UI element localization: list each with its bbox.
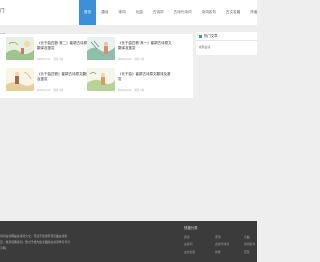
footer-about-text: 诗词古诗网是古诗词大全，专注于唐诗宋词元曲古诗鉴赏，收录经典诗词，致力于成为最全… — [0, 234, 70, 250]
footer-link[interactable]: 古文名篇 — [184, 250, 195, 254]
main-nav: 首页 唐诗 宋词 元曲 古诗词 古诗代诗词 诗词名句 古文名篇 作者 — [79, 0, 262, 25]
footer-link[interactable]: 古诗词 — [184, 242, 192, 246]
popular-article-link[interactable]: 崔颢古诗 — [199, 45, 210, 49]
article-views: 浏览 3次 — [53, 58, 64, 61]
article-thumbnail[interactable] — [6, 37, 34, 60]
site-footer: 诗词古诗网是古诗词大全，专注于唐诗宋词元曲古诗鉴赏，收录经典诗词，致力于成为最全… — [0, 221, 257, 262]
article-thumbnail[interactable] — [87, 68, 115, 91]
article-views: 浏览 6次 — [53, 89, 64, 92]
widget-title: 热门文章 — [204, 34, 218, 38]
article-title[interactable]: 《长干曲四首·其一》崔颢古诗原文翻译及鉴赏 — [118, 41, 172, 51]
nav-yuan-qu[interactable]: 元曲 — [131, 0, 148, 25]
nav-home[interactable]: 首页 — [79, 0, 97, 25]
nav-classic-prose[interactable]: 古文名篇 — [221, 0, 245, 25]
article-thumbnail[interactable] — [87, 37, 115, 60]
footer-links-heading: 快捷分类 — [184, 226, 198, 230]
nav-tang-poems[interactable]: 唐诗 — [96, 0, 113, 25]
footer-link[interactable]: 唐诗 — [184, 235, 190, 239]
footer-link[interactable]: 宋词 — [215, 235, 221, 239]
nav-ancient-poems[interactable]: 古诗词 — [148, 0, 169, 25]
article-date: 2023-02-22 — [118, 89, 132, 92]
article-meta: 2023-02-22 浏览 6次 — [118, 88, 147, 92]
nav-famous-lines[interactable]: 诗词名句 — [197, 0, 221, 25]
nav-dynasty-poems[interactable]: 古诗代诗词 — [169, 0, 197, 25]
article-list: 《长干曲四首·其二》崔颢古诗原文翻译及鉴赏 2023-02-22 浏览 3次 《长… — [0, 34, 193, 98]
article-views: 浏览 6次 — [134, 89, 145, 92]
footer-link[interactable]: 首页 — [244, 250, 250, 254]
article-card[interactable]: 《长干曲》崔颢古诗原文翻译及鉴赏 2023-02-22 浏览 6次 — [81, 68, 175, 96]
article-card[interactable]: 《长干曲四首·其二》崔颢古诗原文翻译及鉴赏 2023-02-22 浏览 3次 — [0, 37, 94, 65]
article-thumbnail[interactable] — [6, 68, 34, 91]
article-card[interactable]: 《长干曲四首·其一》崔颢古诗原文翻译及鉴赏 2023-02-22 浏览 1次 — [81, 37, 175, 65]
widget-header: 热门文章 — [196, 32, 257, 41]
popular-articles-widget: 热门文章 崔颢古诗 — [196, 32, 257, 55]
article-meta: 2023-02-22 浏览 1次 — [118, 57, 147, 61]
list-icon — [199, 34, 202, 38]
site-logo-text[interactable]: 门 — [0, 8, 5, 14]
footer-link[interactable]: 古诗代诗词 — [215, 242, 229, 246]
nav-song-ci[interactable]: 宋词 — [113, 0, 130, 25]
article-date: 2023-02-22 — [37, 89, 51, 92]
article-title[interactable]: 《长干曲》崔颢古诗原文翻译及鉴赏 — [118, 72, 172, 82]
footer-link[interactable]: 元曲 — [244, 235, 250, 239]
nav-authors[interactable]: 作者 — [245, 0, 262, 25]
article-date: 2023-02-22 — [37, 58, 51, 61]
article-date: 2023-02-22 — [118, 58, 132, 61]
footer-link[interactable]: 作者 — [215, 250, 221, 254]
article-views: 浏览 1次 — [134, 58, 145, 61]
article-meta: 2023-02-22 浏览 6次 — [37, 88, 66, 92]
top-navigation-bar: 门 首页 唐诗 宋词 元曲 古诗词 古诗代诗词 诗词名句 古文名篇 作者 — [0, 0, 257, 25]
article-meta: 2023-02-22 浏览 3次 — [37, 57, 66, 61]
article-card[interactable]: 《长干曲四首》崔颢古诗原文翻译及鉴赏 2023-02-22 浏览 6次 — [0, 68, 94, 96]
footer-link[interactable]: 诗词名句 — [244, 242, 255, 246]
